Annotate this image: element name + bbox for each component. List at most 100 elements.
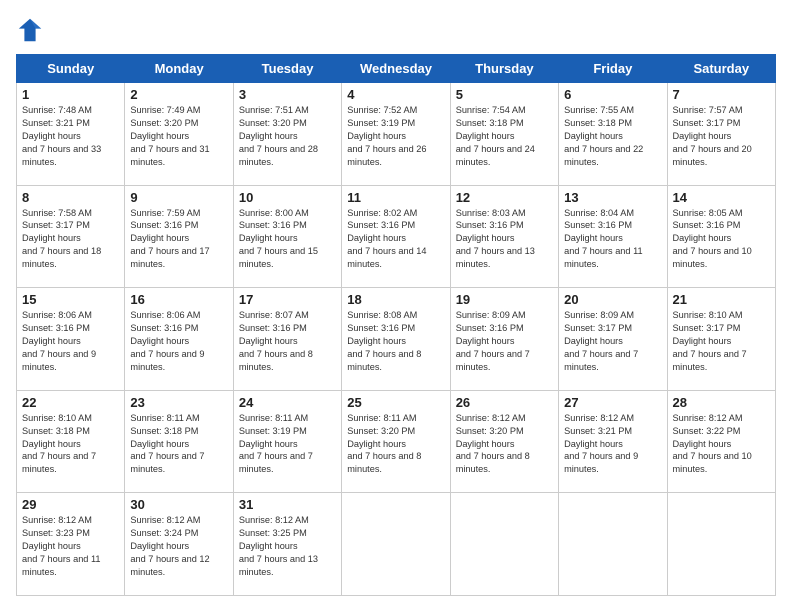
calendar-cell: 28 Sunrise: 8:12 AM Sunset: 3:22 PM Dayl… xyxy=(667,390,775,493)
day-info: Sunrise: 8:12 AM Sunset: 3:25 PM Dayligh… xyxy=(239,514,336,578)
day-number: 24 xyxy=(239,395,336,410)
calendar-cell: 27 Sunrise: 8:12 AM Sunset: 3:21 PM Dayl… xyxy=(559,390,667,493)
calendar-cell: 3 Sunrise: 7:51 AM Sunset: 3:20 PM Dayli… xyxy=(233,83,341,186)
day-number: 9 xyxy=(130,190,227,205)
calendar-cell: 7 Sunrise: 7:57 AM Sunset: 3:17 PM Dayli… xyxy=(667,83,775,186)
day-info: Sunrise: 8:10 AM Sunset: 3:18 PM Dayligh… xyxy=(22,412,119,476)
day-info: Sunrise: 7:54 AM Sunset: 3:18 PM Dayligh… xyxy=(456,104,553,168)
day-info: Sunrise: 8:06 AM Sunset: 3:16 PM Dayligh… xyxy=(22,309,119,373)
day-info: Sunrise: 8:12 AM Sunset: 3:20 PM Dayligh… xyxy=(456,412,553,476)
day-of-week-header: Sunday xyxy=(17,55,125,83)
day-number: 28 xyxy=(673,395,770,410)
day-info: Sunrise: 8:06 AM Sunset: 3:16 PM Dayligh… xyxy=(130,309,227,373)
day-info: Sunrise: 7:58 AM Sunset: 3:17 PM Dayligh… xyxy=(22,207,119,271)
day-number: 19 xyxy=(456,292,553,307)
day-info: Sunrise: 8:07 AM Sunset: 3:16 PM Dayligh… xyxy=(239,309,336,373)
calendar-cell: 12 Sunrise: 8:03 AM Sunset: 3:16 PM Dayl… xyxy=(450,185,558,288)
calendar-cell: 11 Sunrise: 8:02 AM Sunset: 3:16 PM Dayl… xyxy=(342,185,450,288)
calendar-cell: 18 Sunrise: 8:08 AM Sunset: 3:16 PM Dayl… xyxy=(342,288,450,391)
day-info: Sunrise: 8:12 AM Sunset: 3:23 PM Dayligh… xyxy=(22,514,119,578)
day-number: 14 xyxy=(673,190,770,205)
day-of-week-header: Monday xyxy=(125,55,233,83)
logo-icon xyxy=(16,16,44,44)
day-info: Sunrise: 8:05 AM Sunset: 3:16 PM Dayligh… xyxy=(673,207,770,271)
calendar-week-row: 15 Sunrise: 8:06 AM Sunset: 3:16 PM Dayl… xyxy=(17,288,776,391)
calendar-week-row: 22 Sunrise: 8:10 AM Sunset: 3:18 PM Dayl… xyxy=(17,390,776,493)
day-number: 22 xyxy=(22,395,119,410)
calendar-cell xyxy=(342,493,450,596)
day-info: Sunrise: 8:08 AM Sunset: 3:16 PM Dayligh… xyxy=(347,309,444,373)
day-of-week-header: Friday xyxy=(559,55,667,83)
day-info: Sunrise: 7:49 AM Sunset: 3:20 PM Dayligh… xyxy=(130,104,227,168)
day-number: 23 xyxy=(130,395,227,410)
calendar-cell: 4 Sunrise: 7:52 AM Sunset: 3:19 PM Dayli… xyxy=(342,83,450,186)
calendar-cell: 24 Sunrise: 8:11 AM Sunset: 3:19 PM Dayl… xyxy=(233,390,341,493)
day-number: 31 xyxy=(239,497,336,512)
day-info: Sunrise: 8:09 AM Sunset: 3:17 PM Dayligh… xyxy=(564,309,661,373)
day-info: Sunrise: 8:11 AM Sunset: 3:20 PM Dayligh… xyxy=(347,412,444,476)
day-number: 17 xyxy=(239,292,336,307)
day-info: Sunrise: 7:52 AM Sunset: 3:19 PM Dayligh… xyxy=(347,104,444,168)
day-info: Sunrise: 8:00 AM Sunset: 3:16 PM Dayligh… xyxy=(239,207,336,271)
day-number: 12 xyxy=(456,190,553,205)
day-number: 7 xyxy=(673,87,770,102)
day-number: 11 xyxy=(347,190,444,205)
calendar-cell: 8 Sunrise: 7:58 AM Sunset: 3:17 PM Dayli… xyxy=(17,185,125,288)
day-info: Sunrise: 7:59 AM Sunset: 3:16 PM Dayligh… xyxy=(130,207,227,271)
day-number: 26 xyxy=(456,395,553,410)
day-number: 20 xyxy=(564,292,661,307)
calendar-cell: 29 Sunrise: 8:12 AM Sunset: 3:23 PM Dayl… xyxy=(17,493,125,596)
calendar-cell: 1 Sunrise: 7:48 AM Sunset: 3:21 PM Dayli… xyxy=(17,83,125,186)
calendar-cell: 9 Sunrise: 7:59 AM Sunset: 3:16 PM Dayli… xyxy=(125,185,233,288)
day-number: 8 xyxy=(22,190,119,205)
calendar-cell: 22 Sunrise: 8:10 AM Sunset: 3:18 PM Dayl… xyxy=(17,390,125,493)
day-info: Sunrise: 8:10 AM Sunset: 3:17 PM Dayligh… xyxy=(673,309,770,373)
day-info: Sunrise: 8:12 AM Sunset: 3:24 PM Dayligh… xyxy=(130,514,227,578)
day-number: 15 xyxy=(22,292,119,307)
day-number: 5 xyxy=(456,87,553,102)
day-number: 1 xyxy=(22,87,119,102)
logo xyxy=(16,16,48,44)
day-of-week-header: Tuesday xyxy=(233,55,341,83)
day-info: Sunrise: 8:04 AM Sunset: 3:16 PM Dayligh… xyxy=(564,207,661,271)
day-number: 27 xyxy=(564,395,661,410)
day-of-week-header: Thursday xyxy=(450,55,558,83)
calendar-cell: 14 Sunrise: 8:05 AM Sunset: 3:16 PM Dayl… xyxy=(667,185,775,288)
calendar-cell: 23 Sunrise: 8:11 AM Sunset: 3:18 PM Dayl… xyxy=(125,390,233,493)
day-number: 2 xyxy=(130,87,227,102)
day-info: Sunrise: 8:03 AM Sunset: 3:16 PM Dayligh… xyxy=(456,207,553,271)
day-number: 18 xyxy=(347,292,444,307)
calendar-cell: 25 Sunrise: 8:11 AM Sunset: 3:20 PM Dayl… xyxy=(342,390,450,493)
calendar-week-row: 1 Sunrise: 7:48 AM Sunset: 3:21 PM Dayli… xyxy=(17,83,776,186)
calendar-cell: 16 Sunrise: 8:06 AM Sunset: 3:16 PM Dayl… xyxy=(125,288,233,391)
calendar-cell: 26 Sunrise: 8:12 AM Sunset: 3:20 PM Dayl… xyxy=(450,390,558,493)
day-number: 25 xyxy=(347,395,444,410)
calendar-table: SundayMondayTuesdayWednesdayThursdayFrid… xyxy=(16,54,776,596)
day-number: 29 xyxy=(22,497,119,512)
day-number: 6 xyxy=(564,87,661,102)
calendar-cell xyxy=(559,493,667,596)
day-number: 4 xyxy=(347,87,444,102)
day-info: Sunrise: 8:12 AM Sunset: 3:21 PM Dayligh… xyxy=(564,412,661,476)
day-info: Sunrise: 8:09 AM Sunset: 3:16 PM Dayligh… xyxy=(456,309,553,373)
calendar-cell: 5 Sunrise: 7:54 AM Sunset: 3:18 PM Dayli… xyxy=(450,83,558,186)
calendar-cell: 31 Sunrise: 8:12 AM Sunset: 3:25 PM Dayl… xyxy=(233,493,341,596)
calendar-cell: 17 Sunrise: 8:07 AM Sunset: 3:16 PM Dayl… xyxy=(233,288,341,391)
day-number: 30 xyxy=(130,497,227,512)
calendar-week-row: 29 Sunrise: 8:12 AM Sunset: 3:23 PM Dayl… xyxy=(17,493,776,596)
calendar-cell: 21 Sunrise: 8:10 AM Sunset: 3:17 PM Dayl… xyxy=(667,288,775,391)
calendar-cell: 2 Sunrise: 7:49 AM Sunset: 3:20 PM Dayli… xyxy=(125,83,233,186)
calendar-cell: 10 Sunrise: 8:00 AM Sunset: 3:16 PM Dayl… xyxy=(233,185,341,288)
day-of-week-header: Wednesday xyxy=(342,55,450,83)
day-of-week-header: Saturday xyxy=(667,55,775,83)
day-number: 16 xyxy=(130,292,227,307)
day-info: Sunrise: 7:51 AM Sunset: 3:20 PM Dayligh… xyxy=(239,104,336,168)
calendar-cell: 13 Sunrise: 8:04 AM Sunset: 3:16 PM Dayl… xyxy=(559,185,667,288)
day-info: Sunrise: 8:12 AM Sunset: 3:22 PM Dayligh… xyxy=(673,412,770,476)
calendar-cell: 30 Sunrise: 8:12 AM Sunset: 3:24 PM Dayl… xyxy=(125,493,233,596)
header xyxy=(16,16,776,44)
day-info: Sunrise: 8:02 AM Sunset: 3:16 PM Dayligh… xyxy=(347,207,444,271)
calendar-cell xyxy=(450,493,558,596)
day-info: Sunrise: 7:57 AM Sunset: 3:17 PM Dayligh… xyxy=(673,104,770,168)
day-number: 10 xyxy=(239,190,336,205)
